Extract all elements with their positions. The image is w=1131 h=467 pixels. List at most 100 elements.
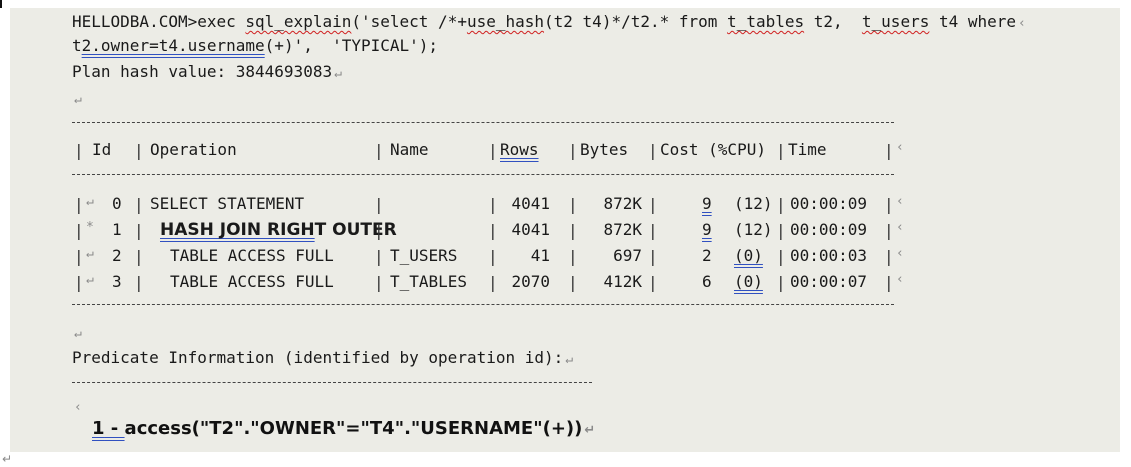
mid-text: t2,	[804, 12, 862, 31]
column-divider: |	[884, 273, 894, 292]
row-prefix-mark: ↵	[86, 246, 94, 261]
row-id: 0	[112, 194, 122, 213]
column-divider: |	[374, 195, 384, 214]
row-time: 00:00:03	[790, 246, 868, 265]
row-time: 00:00:09	[790, 194, 868, 213]
row-name: T_TABLES	[390, 272, 468, 291]
para-mark: ↵	[565, 352, 574, 367]
plan-hash-line: Plan hash value: 3844693083 ↵	[72, 62, 342, 84]
column-divider: |	[374, 141, 384, 160]
column-divider: |	[74, 273, 84, 292]
header-bytes: Bytes	[580, 140, 629, 159]
table-row: | * 1 | HASH JOIN RIGHT OUTER | | 4041 | 872K | 9 (1…	[72, 220, 904, 242]
row-operation: TABLE ACCESS FULL	[170, 272, 334, 291]
table-header-row: | Id | Operation | Name | Rows | Bytes |…	[72, 140, 904, 162]
corner-mark	[0, 0, 2, 8]
column-divider: |	[488, 195, 498, 214]
column-divider: |	[776, 247, 786, 266]
row-cost: 9	[702, 194, 712, 213]
function-name: sql_explain	[245, 12, 352, 31]
row-cpu: (12)	[734, 220, 773, 239]
row-cost: 9	[702, 220, 712, 239]
row-end-mark: ‹	[896, 246, 904, 261]
table-row: | ↵ 3 | TABLE ACCESS FULL | T_TABLES | 2070 | 412K…	[72, 272, 904, 294]
table2-name: t_users	[861, 12, 930, 31]
column-divider: |	[488, 273, 498, 292]
row-rows: 4041	[511, 220, 550, 239]
row-rows: 41	[530, 246, 550, 265]
table-top-border	[72, 122, 894, 123]
column-divider: |	[776, 195, 786, 214]
hint-name: use_hash	[466, 12, 545, 31]
column-divider: |	[568, 273, 578, 292]
line-arrow-mark: ‹	[74, 400, 82, 415]
header-rows: Rows	[500, 140, 539, 159]
row-rows: 4041	[511, 194, 550, 213]
row-prefix-mark: *	[86, 220, 94, 235]
line2-condition: 2.owner=t4.username	[81, 36, 265, 55]
tail-text: t4 where	[929, 12, 1017, 31]
row-end-mark: ‹	[896, 194, 904, 209]
column-divider: |	[374, 273, 384, 292]
column-divider: |	[134, 273, 144, 292]
prompt-text: HELLODBA.COM>exec	[72, 12, 246, 31]
header-id: Id	[92, 140, 112, 159]
para-mark: ↵	[74, 326, 82, 341]
column-divider: |	[134, 221, 144, 240]
column-divider: |	[648, 273, 658, 292]
row-id: 2	[112, 246, 122, 265]
column-divider: |	[648, 221, 658, 240]
column-divider: |	[74, 195, 84, 214]
column-divider: |	[134, 141, 144, 160]
row-rows: 2070	[511, 272, 550, 291]
blank-line-1: ↵	[72, 88, 82, 110]
column-divider: |	[74, 141, 84, 160]
row-cpu: (0)	[734, 272, 763, 291]
arg-open: ('select /*+	[351, 12, 467, 31]
row-prefix-mark: ↵	[86, 194, 94, 209]
blank-line-3: ‹	[72, 396, 82, 418]
column-divider: |	[776, 141, 786, 160]
column-divider: |	[374, 247, 384, 266]
column-divider: |	[74, 221, 84, 240]
predicate-title: Predicate Information (identified by ope…	[72, 348, 564, 367]
row-bytes: 872K	[603, 194, 642, 213]
line2-post: (+)', 'TYPICAL');	[264, 36, 439, 55]
column-divider: |	[568, 247, 578, 266]
command-line-1: HELLODBA.COM>exec sql_explain('select /*…	[72, 12, 1026, 34]
document-area: HELLODBA.COM>exec sql_explain('select /*…	[10, 8, 1120, 452]
row-operation: TABLE ACCESS FULL	[170, 246, 334, 265]
plan-hash-text: Plan hash value: 3844693083	[72, 62, 333, 81]
predicate-text: access("T2"."OWNER"="T4"."USERNAME"(+))	[124, 418, 583, 439]
header-operation: Operation	[150, 140, 237, 159]
table-row: | ↵ 0 | SELECT STATEMENT | | 4041 | 872K | 9 (12) | 00…	[72, 194, 904, 216]
header-cost: Cost (%CPU)	[660, 140, 766, 159]
table-bottom-border	[72, 304, 894, 305]
column-divider: |	[884, 195, 894, 214]
line2-pre: t	[72, 36, 82, 55]
table-row: | ↵ 2 | TABLE ACCESS FULL | T_USERS | 41 | 697 | 2 (0…	[72, 246, 904, 268]
table1-name: t_tables	[727, 12, 805, 31]
page: HELLODBA.COM>exec sql_explain('select /*…	[0, 0, 1131, 467]
hint-args: (t2 t4)*/t2.* from	[544, 12, 728, 31]
row-prefix-mark: ↵	[86, 272, 94, 287]
row-bytes: 697	[613, 246, 642, 265]
para-mark: ↵	[584, 423, 596, 438]
header-time: Time	[788, 140, 827, 159]
column-divider: |	[134, 247, 144, 266]
column-divider: |	[488, 141, 498, 160]
column-divider: |	[488, 247, 498, 266]
row-bytes: 412K	[603, 272, 642, 291]
document-end-mark: ↵	[2, 452, 13, 466]
predicate-title-line: Predicate Information (identified by ope…	[72, 348, 573, 370]
row-id: 1	[112, 220, 122, 239]
row-id: 3	[112, 272, 122, 291]
column-divider: |	[374, 221, 384, 240]
row-end-mark: ‹	[896, 272, 904, 287]
header-name: Name	[390, 140, 429, 159]
para-mark: ↵	[74, 92, 82, 107]
row-bytes: 872K	[603, 220, 642, 239]
column-divider: |	[884, 141, 894, 160]
row-name: T_USERS	[390, 246, 458, 265]
blank-line-2: ↵	[72, 322, 82, 344]
